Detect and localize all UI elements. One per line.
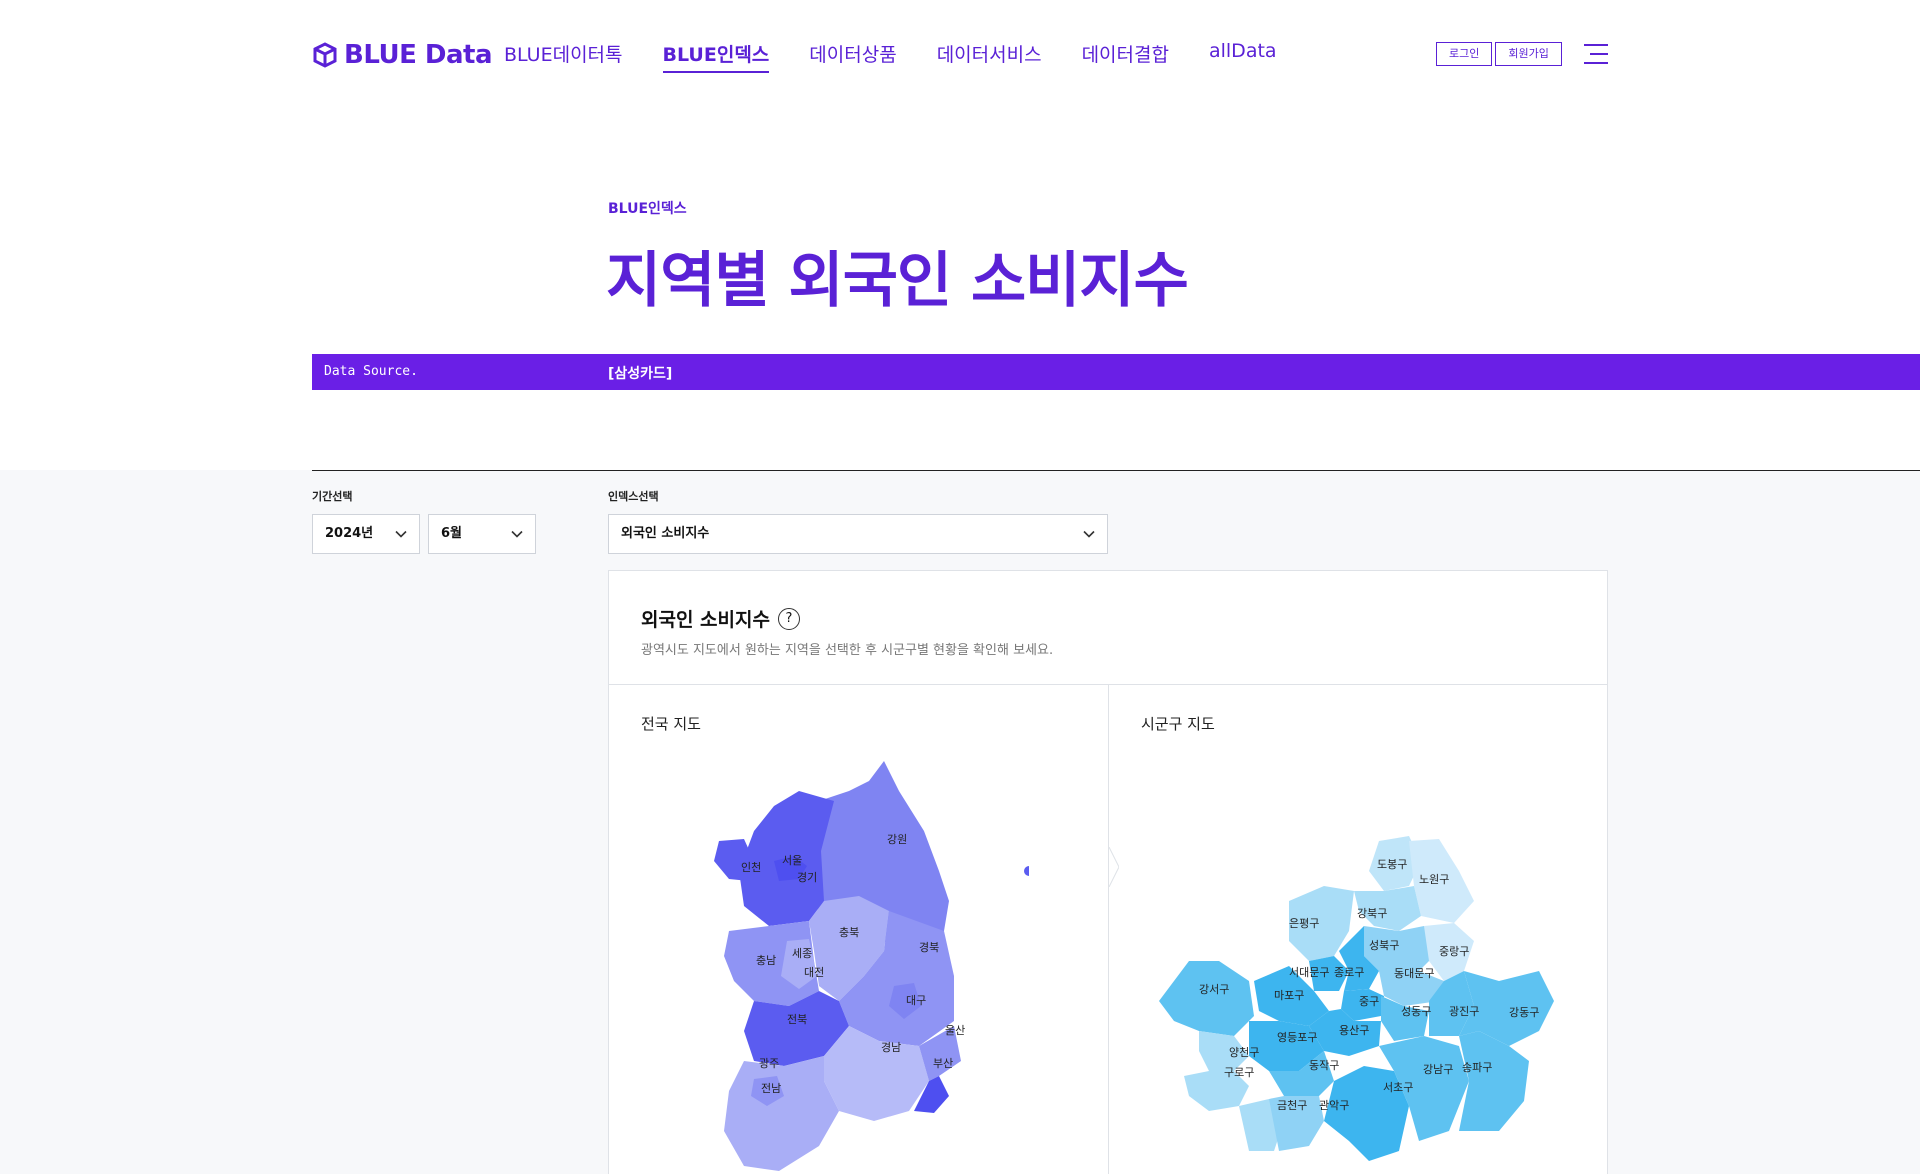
- region-label-gangwon: 강원: [887, 833, 907, 846]
- data-source-value: [삼성카드]: [608, 366, 673, 382]
- index-select[interactable]: 외국인 소비지수: [608, 514, 1108, 554]
- data-source-label: Data Source.: [324, 364, 418, 379]
- region-label-chungbuk: 충북: [839, 926, 859, 939]
- year-select[interactable]: 2024년: [312, 514, 420, 554]
- card-title: 외국인 소비지수 ?: [641, 605, 800, 632]
- district-label-guro: 구로구: [1224, 1066, 1254, 1079]
- district-songpa[interactable]: [1459, 1031, 1529, 1131]
- data-source-bar: Data Source. [삼성카드]: [312, 354, 1920, 390]
- nav-data-products[interactable]: 데이터상품: [809, 40, 896, 73]
- index-select-value: 외국인 소비지수: [621, 526, 710, 541]
- district-label-seongdong: 성동구: [1401, 1005, 1431, 1018]
- district-label-gwanak: 관악구: [1319, 1099, 1349, 1112]
- district-label-dongdaemun: 동대문구: [1394, 967, 1434, 980]
- region-label-incheon: 인천: [741, 860, 761, 874]
- index-label: 인덱스선택: [608, 490, 659, 503]
- district-label-eunpyeong: 은평구: [1289, 917, 1319, 930]
- region-label-sejong: 세종: [792, 947, 812, 960]
- month-select-value: 6월: [441, 526, 463, 541]
- region-jeonnam[interactable]: [724, 1056, 839, 1171]
- district-map[interactable]: 도봉구 노원구 강북구 은평구 성북구 중랑구 서대문구 종로구 동대문구 강서…: [1159, 831, 1569, 1174]
- region-label-jeonbuk: 전북: [787, 1013, 807, 1026]
- district-label-gangseo: 강서구: [1199, 983, 1229, 996]
- nav-blue-index[interactable]: BLUE인덱스: [662, 40, 770, 73]
- signup-button[interactable]: 회원가입: [1495, 42, 1562, 66]
- region-ulleungdo[interactable]: [1024, 866, 1029, 876]
- district-label-mapo: 마포구: [1274, 989, 1304, 1002]
- district-label-seodaemun: 서대문구: [1289, 966, 1329, 979]
- district-label-jung: 중구: [1359, 995, 1379, 1008]
- national-map-title: 전국 지도: [641, 715, 701, 733]
- nav-alldata[interactable]: allData: [1209, 40, 1277, 73]
- period-label: 기간선택: [312, 490, 353, 503]
- nav-data-combine[interactable]: 데이터결합: [1082, 40, 1169, 73]
- index-card: 외국인 소비지수 ? 광역시도 지도에서 원하는 지역을 선택한 후 시군구별 …: [608, 570, 1608, 1174]
- site-header: BLUE Data BLUE데이터톡 BLUE인덱스 데이터상품 데이터서비스 …: [0, 0, 1920, 110]
- card-description: 광역시도 지도에서 원하는 지역을 선택한 후 시군구별 현황을 확인해 보세요…: [641, 643, 1054, 658]
- district-label-seongbuk: 성북구: [1369, 939, 1399, 952]
- nav-data-services[interactable]: 데이터서비스: [937, 40, 1042, 73]
- district-label-jongno: 종로구: [1334, 966, 1364, 979]
- login-button[interactable]: 로그인: [1436, 42, 1493, 66]
- card-header: 외국인 소비지수 ? 광역시도 지도에서 원하는 지역을 선택한 후 시군구별 …: [609, 571, 1607, 685]
- district-label-songpa: 송파구: [1462, 1061, 1492, 1074]
- district-label-seocho: 서초구: [1383, 1081, 1413, 1094]
- region-incheon[interactable]: [714, 839, 754, 881]
- district-label-dongjak: 동작구: [1309, 1059, 1339, 1072]
- region-label-gwangju: 광주: [759, 1057, 779, 1070]
- card-title-text: 외국인 소비지수: [641, 609, 770, 631]
- auth-buttons: 로그인 회원가입: [1436, 42, 1565, 66]
- chevron-down-icon: [395, 530, 407, 538]
- region-label-jeonnam: 전남: [761, 1082, 781, 1095]
- panel-divider: [1108, 685, 1109, 1174]
- district-label-yongsan: 용산구: [1339, 1024, 1369, 1037]
- chevron-down-icon: [511, 530, 523, 538]
- region-label-chungnam: 충남: [756, 954, 776, 967]
- district-label-gwangjin: 광진구: [1449, 1005, 1479, 1018]
- region-label-gyeongnam: 경남: [881, 1041, 901, 1054]
- hamburger-menu-icon[interactable]: [1584, 44, 1608, 64]
- region-label-gyeonggi: 경기: [797, 871, 817, 884]
- question-circle-icon[interactable]: ?: [777, 607, 800, 630]
- nav-blue-datatalk[interactable]: BLUE데이터톡: [504, 40, 623, 73]
- region-label-busan: 부산: [933, 1057, 953, 1070]
- district-label-gangnam: 강남구: [1423, 1063, 1453, 1076]
- region-label-seoul: 서울: [782, 854, 802, 867]
- district-gangseo[interactable]: [1159, 961, 1254, 1036]
- national-map[interactable]: 강원 서울 인천 경기 충북 충남 세종 대전 경북 대구 전북 울산 경남 광…: [699, 761, 1029, 1174]
- site-logo[interactable]: BLUE Data: [312, 40, 492, 70]
- breadcrumb: BLUE인덱스: [608, 201, 687, 217]
- arrow-notch-icon: [1108, 847, 1119, 887]
- district-label-geumcheon: 금천구: [1277, 1098, 1307, 1112]
- chevron-down-icon: [1083, 530, 1095, 538]
- district-label-nowon: 노원구: [1419, 873, 1449, 886]
- content-area: 기간선택 2024년 6월 인덱스선택 외국인 소비지수 외국인 소비지수 ? …: [0, 470, 1920, 1174]
- district-label-yangcheon: 양천구: [1229, 1045, 1259, 1059]
- year-select-value: 2024년: [325, 526, 374, 541]
- district-label-yeongdeungpo: 영등포구: [1277, 1031, 1317, 1044]
- district-label-jungnang: 중랑구: [1439, 945, 1469, 958]
- logo-cube-icon: [313, 42, 337, 68]
- district-label-dobong: 도봉구: [1377, 858, 1407, 871]
- region-label-daegu: 대구: [906, 994, 926, 1007]
- section-divider: [312, 470, 1920, 471]
- main-nav: BLUE데이터톡 BLUE인덱스 데이터상품 데이터서비스 데이터결합 allD…: [504, 40, 1317, 73]
- region-label-ulsan: 울산: [945, 1024, 965, 1037]
- region-label-daejeon: 대전: [804, 966, 824, 979]
- page-title: 지역별 외국인 소비지수: [606, 246, 1189, 316]
- logo-text: BLUE Data: [344, 40, 492, 70]
- district-map-title: 시군구 지도: [1141, 715, 1215, 733]
- district-label-gangdong: 강동구: [1509, 1006, 1539, 1019]
- district-label-gangbuk: 강북구: [1357, 907, 1387, 920]
- region-label-gyeongbuk: 경북: [919, 941, 939, 954]
- month-select[interactable]: 6월: [428, 514, 536, 554]
